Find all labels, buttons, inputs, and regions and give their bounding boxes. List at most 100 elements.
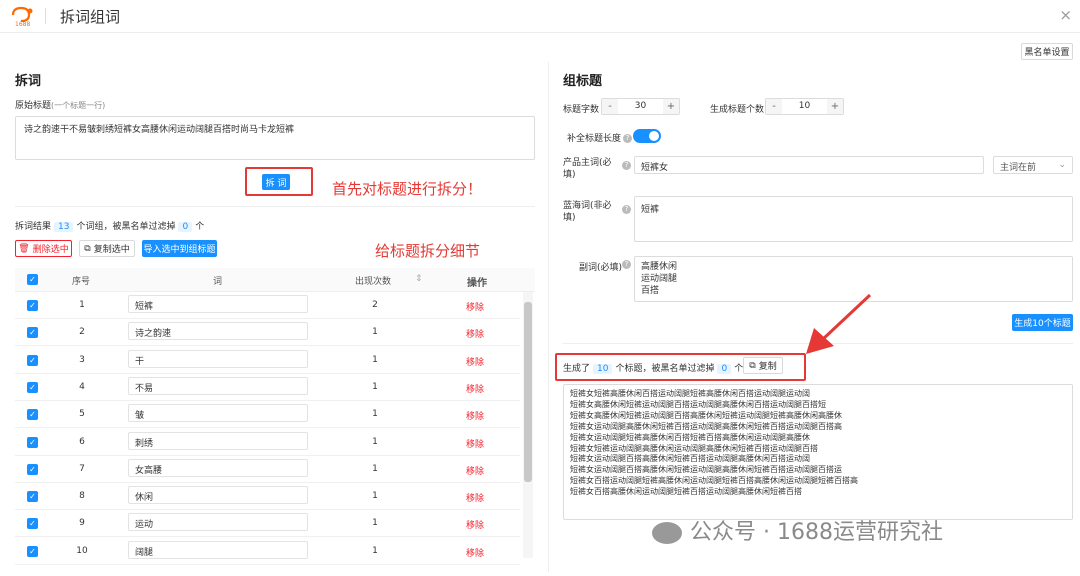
plus-icon[interactable]: + [663, 99, 679, 114]
trash-icon: 🗑 [18, 243, 30, 254]
row-index: 8 [79, 491, 85, 502]
help-icon[interactable]: ? [622, 161, 631, 170]
app-header: 1688 拆词组词 × [0, 0, 1080, 33]
main-word-label: 产品主词(必填) [563, 158, 612, 180]
row-word-input[interactable]: 休闲 [128, 486, 308, 505]
row-checkbox[interactable]: ✓ [27, 545, 38, 557]
delete-selected-button[interactable]: 🗑 删除选中 [15, 240, 72, 257]
row-word-input[interactable]: 短裤 [128, 295, 308, 313]
gen-count-stepper[interactable]: - 10 + [765, 98, 844, 115]
result-line: 短裤女运动阔腿高腰休闲短裤百搭运动阔腿高腰休闲短裤百搭运动阔腿百搭高 [570, 421, 842, 431]
table-row: ✓ 3 干 1 移除 [15, 347, 520, 374]
row-checkbox[interactable]: ✓ [27, 354, 38, 366]
row-word-input[interactable]: 阔腿 [128, 540, 308, 559]
watermark: 公众号 · 1688运营研究社 [652, 514, 943, 546]
row-index: 6 [79, 436, 85, 447]
generated-titles-textarea[interactable]: 短裤女短裤高腰休闲百搭运动阔腿短裤高腰休闲百搭运动阔腿运动阔 短裤女高腰休闲短裤… [563, 384, 1073, 520]
window-title: 拆词组词 [60, 8, 121, 26]
annotation-arrow-icon [806, 293, 872, 354]
remove-link[interactable]: 移除 [460, 437, 490, 450]
result-line: 短裤女运动阔腿百搭高腰休闲短裤百搭运动阔腿高腰休闲百搭运动阔 [570, 454, 810, 464]
help-icon[interactable]: ? [622, 205, 631, 214]
row-word-input[interactable]: 诗之韵速 [128, 322, 308, 341]
blue-word-textarea[interactable]: 短裤 [634, 196, 1073, 242]
logo-icon: 1688 [11, 6, 33, 27]
row-count: 1 [372, 381, 378, 392]
row-checkbox[interactable]: ✓ [27, 381, 38, 393]
row-word-input[interactable]: 运动 [128, 513, 308, 532]
remove-link[interactable]: 移除 [460, 546, 490, 559]
header-divider [45, 8, 46, 24]
th-word: 词 [213, 277, 223, 287]
remove-link[interactable]: 移除 [460, 491, 490, 504]
row-count: 1 [372, 463, 378, 474]
row-index: 4 [79, 381, 85, 392]
row-word-input[interactable]: 皱 [128, 404, 308, 423]
row-count: 1 [372, 327, 378, 338]
row-count: 2 [372, 300, 378, 310]
minus-icon[interactable]: - [766, 99, 782, 114]
row-index: 1 [79, 300, 85, 310]
remove-link[interactable]: 移除 [460, 464, 490, 477]
row-checkbox[interactable]: ✓ [27, 518, 38, 530]
remove-link[interactable]: 移除 [460, 327, 490, 340]
chevron-down-icon: ⌄ [1058, 160, 1066, 170]
import-selected-button[interactable]: 导入选中到组标题 [142, 240, 217, 257]
th-op: 操作 [467, 278, 487, 289]
row-checkbox[interactable]: ✓ [27, 436, 38, 448]
remove-link[interactable]: 移除 [460, 355, 490, 368]
annotation-detail: 给标题拆分细节 [375, 242, 481, 260]
row-count: 1 [372, 491, 378, 502]
row-word-input[interactable]: 女高腰 [128, 458, 308, 477]
row-index: 7 [79, 463, 85, 474]
plus-icon[interactable]: + [827, 99, 843, 114]
table-header: ✓ 序号 词 出现次数 ⇕ 操作 [15, 268, 535, 292]
fill-length-toggle[interactable] [633, 129, 661, 143]
char-count-stepper[interactable]: - 30 + [601, 98, 680, 115]
help-icon[interactable]: ? [622, 260, 631, 269]
th-count: 出现次数 [355, 277, 392, 287]
row-index: 5 [79, 409, 85, 420]
sort-icon[interactable]: ⇕ [415, 274, 423, 284]
table-row: ✓ 9 运动 1 移除 [15, 510, 520, 538]
row-word-input[interactable]: 刺绣 [128, 431, 308, 450]
fill-length-label: 补全标题长度? [567, 131, 633, 144]
row-checkbox[interactable]: ✓ [27, 491, 38, 503]
close-icon[interactable]: × [1059, 6, 1072, 24]
remove-link[interactable]: 移除 [460, 409, 490, 422]
select-all-checkbox[interactable]: ✓ [27, 274, 38, 285]
blacklist-settings-button[interactable]: 黑名单设置 [1021, 43, 1073, 60]
row-checkbox[interactable]: ✓ [27, 409, 38, 421]
original-title-textarea[interactable]: 诗之韵速干不易皱刺绣短裤女高腰休闲运动阔腿百搭时尚马卡龙短裤 [15, 116, 535, 160]
row-checkbox[interactable]: ✓ [27, 327, 38, 339]
row-word-input[interactable]: 不易 [128, 376, 308, 395]
table-row: ✓ 6 刺绣 1 移除 [15, 429, 520, 456]
result-line: 短裤女短裤高腰休闲百搭运动阔腿短裤高腰休闲百搭运动阔腿运动阔 [570, 389, 810, 398]
table-row: ✓ 7 女高腰 1 移除 [15, 456, 520, 483]
table-row: ✓ 4 不易 1 移除 [15, 374, 520, 401]
copy-icon: ⧉ [84, 243, 91, 254]
generate-titles-button[interactable]: 生成10个标题 [1012, 314, 1073, 331]
result-line: 短裤女高腰休闲短裤运动阔腿百搭运动阔腿高腰休闲百搭运动阔腿百搭短 [570, 399, 826, 409]
copy-selected-button[interactable]: ⧉ 复制选中 [79, 240, 135, 257]
result-line: 短裤女百搭运动阔腿短裤高腰休闲运动阔腿短裤百搭高腰休闲运动阔腿短裤百搭高 [570, 476, 858, 486]
row-index: 9 [79, 518, 85, 529]
row-count: 1 [372, 354, 378, 365]
scrollbar-thumb[interactable] [524, 302, 532, 482]
row-count: 1 [372, 436, 378, 447]
row-checkbox[interactable]: ✓ [27, 300, 38, 311]
wechat-icon [652, 522, 682, 544]
row-index: 10 [76, 545, 88, 556]
row-word-input[interactable]: 干 [128, 349, 308, 368]
gen-count-label: 生成标题个数 [710, 105, 765, 115]
compose-section-title: 组标题 [563, 74, 603, 89]
remove-link[interactable]: 移除 [460, 382, 490, 395]
main-word-input[interactable]: 短裤女 [634, 156, 984, 174]
row-checkbox[interactable]: ✓ [27, 463, 38, 475]
remove-link[interactable]: 移除 [460, 300, 490, 313]
minus-icon[interactable]: - [602, 99, 618, 114]
main-word-position-select[interactable]: 主词在前 ⌄ [993, 156, 1073, 174]
split-result-summary: 拆词结果 13 个词组，被黑名单过滤掉 0 个 [15, 222, 205, 232]
table-scrollbar[interactable] [523, 292, 533, 558]
remove-link[interactable]: 移除 [460, 518, 490, 531]
